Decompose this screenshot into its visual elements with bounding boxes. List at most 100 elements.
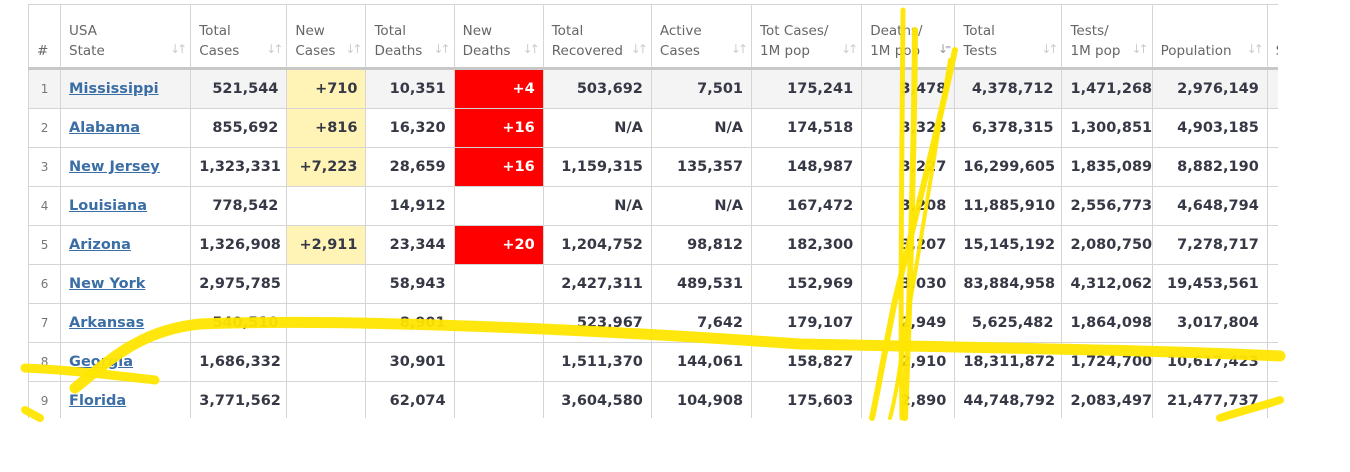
total-recovered-cell: N/A	[542, 108, 652, 148]
active-cases-cell: 98,812	[650, 225, 753, 265]
total-cases-cell: 3,771,562	[190, 381, 288, 418]
header-line-1: Total	[963, 23, 995, 39]
total-cases-cell: 855,692	[190, 108, 288, 148]
total-deaths-cell: 58,943	[365, 264, 455, 304]
header-line-2: S	[1276, 41, 1278, 61]
total-deaths-cell: 62,074	[365, 381, 455, 418]
deaths-per-million-cell: 3,227	[861, 147, 956, 187]
column-header-new-cases[interactable]: New Cases ↓↑	[286, 4, 367, 70]
total-deaths-cell: 14,912	[365, 186, 455, 226]
total-tests-cell: 18,311,872	[954, 342, 1063, 382]
column-header-tests-1m-pop[interactable]: Tests/1M pop ↓↑	[1061, 4, 1153, 70]
active-cases-cell: 104,908	[650, 381, 753, 418]
column-header-usa-state[interactable]: USA State ↓↑	[60, 4, 192, 70]
cases-per-million-cell: 182,300	[751, 225, 863, 265]
cases-per-million-cell: 158,827	[751, 342, 863, 382]
column-header-[interactable]: ##	[28, 4, 62, 70]
total-deaths-cell: 30,901	[365, 342, 455, 382]
sort-icon[interactable]: ↓↑	[731, 39, 748, 59]
state-link[interactable]: Georgia	[69, 354, 133, 370]
column-header-total-cases[interactable]: Total Cases ↓↑	[190, 4, 288, 70]
sort-icon[interactable]: ↓↑	[1247, 39, 1264, 59]
sort-icon[interactable]: ↓↑	[1041, 39, 1058, 59]
total-tests-cell: 6,378,315	[954, 108, 1063, 148]
rank-cell: 5	[28, 225, 62, 265]
state-link[interactable]: Florida	[69, 393, 126, 409]
active-cases-cell: N/A	[650, 108, 753, 148]
sort-icon[interactable]: ↓↑	[841, 39, 858, 59]
rank-cell: 4	[28, 186, 62, 226]
column-header-deaths-1m-pop[interactable]: Deaths/1M pop ↓⁼	[861, 4, 956, 70]
tests-per-million-cell: 1,471,268	[1061, 68, 1153, 109]
column-header-population[interactable]: Population ↓↑	[1151, 4, 1268, 70]
total-deaths-cell: 16,320	[365, 108, 455, 148]
cases-per-million-cell: 179,107	[751, 303, 863, 343]
deaths-per-million-cell: 2,890	[861, 381, 956, 418]
population-cell: 10,617,423	[1151, 342, 1268, 382]
sort-icon[interactable]: ↓↑	[523, 39, 540, 59]
table-row: 2 Alabama 855,692 +816 16,320 +16 N/A N/A 174,51…	[28, 108, 1278, 148]
state-link[interactable]: Arkansas	[69, 315, 144, 331]
sort-icon[interactable]: ↓↑	[631, 39, 648, 59]
sort-icon[interactable]: ↓↑	[434, 39, 451, 59]
truncated-cell	[1266, 186, 1278, 226]
rank-cell: 6	[28, 264, 62, 304]
state-link[interactable]: New Jersey	[69, 159, 160, 175]
active-cases-cell: N/A	[650, 186, 753, 226]
new-deaths-cell	[453, 264, 544, 304]
column-header-total-deaths[interactable]: Total Deaths ↓↑	[365, 4, 455, 70]
deaths-per-million-cell: 2,910	[861, 342, 956, 382]
state-cell: Arkansas	[60, 303, 192, 343]
sort-icon[interactable]: ↓↑	[1132, 39, 1149, 59]
state-link[interactable]: Mississippi	[69, 81, 159, 97]
column-header-tot-cases-1m-pop[interactable]: Tot Cases/1M pop ↓↑	[751, 4, 863, 70]
table-row: 8 Georgia 1,686,332 30,901 1,511,370 144,061 1…	[28, 342, 1278, 382]
sort-icon[interactable]: ↓↑	[170, 39, 187, 59]
table-row: 4 Louisiana 778,542 14,912 N/A N/A 167,472 3,20…	[28, 186, 1278, 226]
header-line-1: USA	[69, 23, 97, 39]
column-header-active-cases[interactable]: Active Cases ↓↑	[650, 4, 753, 70]
population-cell: 19,453,561	[1151, 264, 1268, 304]
population-cell: 3,017,804	[1151, 303, 1268, 343]
tests-per-million-cell: 2,556,773	[1061, 186, 1153, 226]
header-line-2: State	[69, 43, 105, 59]
total-recovered-cell: 1,159,315	[542, 147, 652, 187]
column-header-total-tests[interactable]: Total Tests ↓↑	[954, 4, 1063, 70]
table-row: 5 Arizona 1,326,908 +2,911 23,344 +20 1,204,75…	[28, 225, 1278, 265]
sort-icon[interactable]: ↓↑	[345, 39, 362, 59]
state-link[interactable]: Alabama	[69, 120, 140, 136]
tests-per-million-cell: 2,083,497	[1061, 381, 1153, 418]
header-line-2: Population	[1160, 43, 1232, 59]
cases-per-million-cell: 152,969	[751, 264, 863, 304]
deaths-per-million-cell: 3,208	[861, 186, 956, 226]
total-deaths-cell: 28,659	[365, 147, 455, 187]
new-deaths-cell: +16	[453, 108, 544, 148]
total-cases-cell: 778,542	[190, 186, 288, 226]
header-line-1: Total	[199, 23, 231, 39]
header-line-1: Active	[659, 23, 702, 39]
table-row: 3 New Jersey 1,323,331 +7,223 28,659 +16 1,159…	[28, 147, 1278, 187]
new-cases-cell: +2,911	[286, 225, 367, 265]
column-header-new-deaths[interactable]: New Deaths ↓↑	[453, 4, 544, 70]
column-header-s[interactable]: S	[1266, 4, 1278, 70]
active-cases-cell: 7,501	[650, 68, 753, 109]
population-cell: 21,477,737	[1151, 381, 1268, 418]
sort-desc-icon[interactable]: ↓⁼	[938, 39, 952, 59]
new-deaths-cell: +20	[453, 225, 544, 265]
state-cell: Mississippi	[60, 68, 192, 109]
rank-cell: 1	[28, 68, 62, 109]
tests-per-million-cell: 1,835,089	[1061, 147, 1153, 187]
truncated-cell	[1266, 303, 1278, 343]
header-line-1: Tests/	[1070, 23, 1109, 39]
total-recovered-cell: 1,204,752	[542, 225, 652, 265]
state-link[interactable]: New York	[69, 276, 145, 292]
sort-icon[interactable]: ↓↑	[266, 39, 283, 59]
deaths-per-million-cell: 3,030	[861, 264, 956, 304]
state-link[interactable]: Arizona	[69, 237, 131, 253]
active-cases-cell: 144,061	[650, 342, 753, 382]
deaths-per-million-cell: 2,949	[861, 303, 956, 343]
state-link[interactable]: Louisiana	[69, 198, 147, 214]
column-header-total-recovered[interactable]: Total Recovered ↓↑	[542, 4, 652, 70]
new-cases-cell: +710	[286, 68, 367, 109]
table-row: 1 Mississippi 521,544 +710 10,351 +4 503,692 7,…	[28, 68, 1278, 109]
